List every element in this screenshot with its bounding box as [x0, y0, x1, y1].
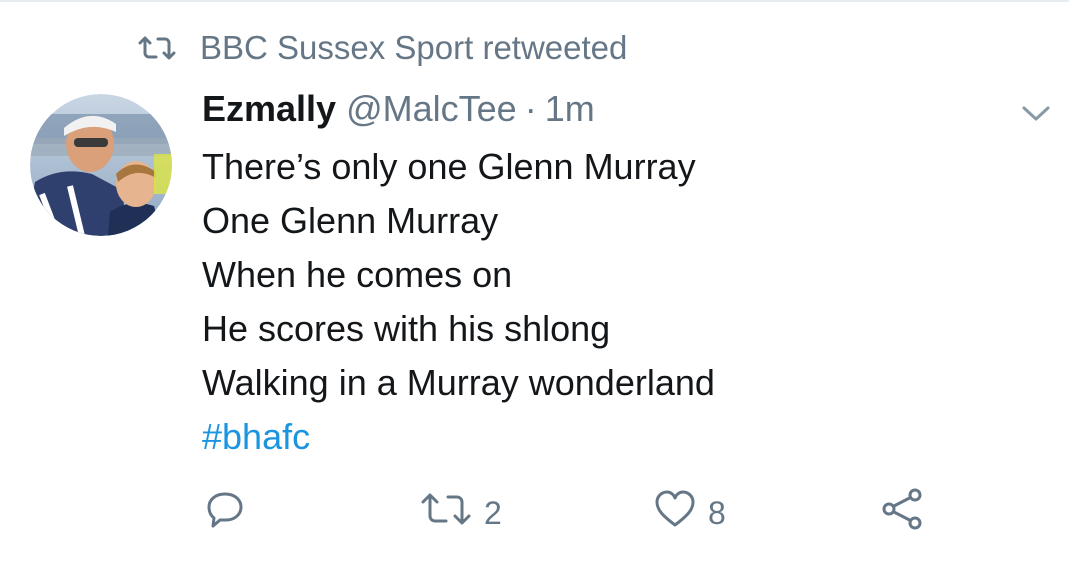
reply-icon: [204, 488, 246, 538]
tweet-header: Ezmally @MalcTee · 1m: [202, 88, 1002, 136]
tweet-text: There’s only one Glenn Murray One Glenn …: [202, 140, 1002, 464]
avatar[interactable]: [30, 94, 172, 236]
separator-dot: ·: [524, 88, 537, 129]
like-button[interactable]: 8: [654, 488, 726, 538]
tweet-text-line: One Glenn Murray: [202, 200, 499, 241]
tweet-text-line: There’s only one Glenn Murray: [202, 146, 696, 187]
display-name[interactable]: Ezmally: [202, 88, 336, 130]
timestamp[interactable]: 1m: [545, 88, 595, 130]
retweet-context-label: BBC Sussex Sport retweeted: [200, 29, 628, 66]
tweet-text-line: He scores with his shlong: [202, 308, 611, 349]
reply-button[interactable]: [204, 488, 246, 538]
heart-icon: [654, 489, 696, 537]
tweet-text-line: When he comes on: [202, 254, 513, 295]
hashtag-link[interactable]: #bhafc: [202, 410, 1002, 464]
retweet-icon: [138, 36, 176, 60]
user-handle[interactable]: @MalcTee: [346, 88, 517, 130]
tweet-body[interactable]: Ezmally @MalcTee · 1m There’s only one G…: [202, 88, 1002, 464]
retweet-icon: [420, 492, 472, 534]
share-icon: [880, 487, 924, 539]
tweet-text-line: Walking in a Murray wonderland: [202, 362, 715, 403]
top-divider: [0, 0, 1069, 2]
like-count: 8: [708, 494, 726, 531]
retweet-context[interactable]: BBC Sussex Sport retweeted: [138, 28, 627, 68]
retweet-count: 2: [484, 494, 502, 531]
tweet-actions: 2 8: [0, 488, 1069, 538]
share-button[interactable]: [880, 488, 924, 538]
chevron-down-icon[interactable]: [1018, 100, 1054, 128]
retweet-button[interactable]: 2: [420, 488, 502, 538]
